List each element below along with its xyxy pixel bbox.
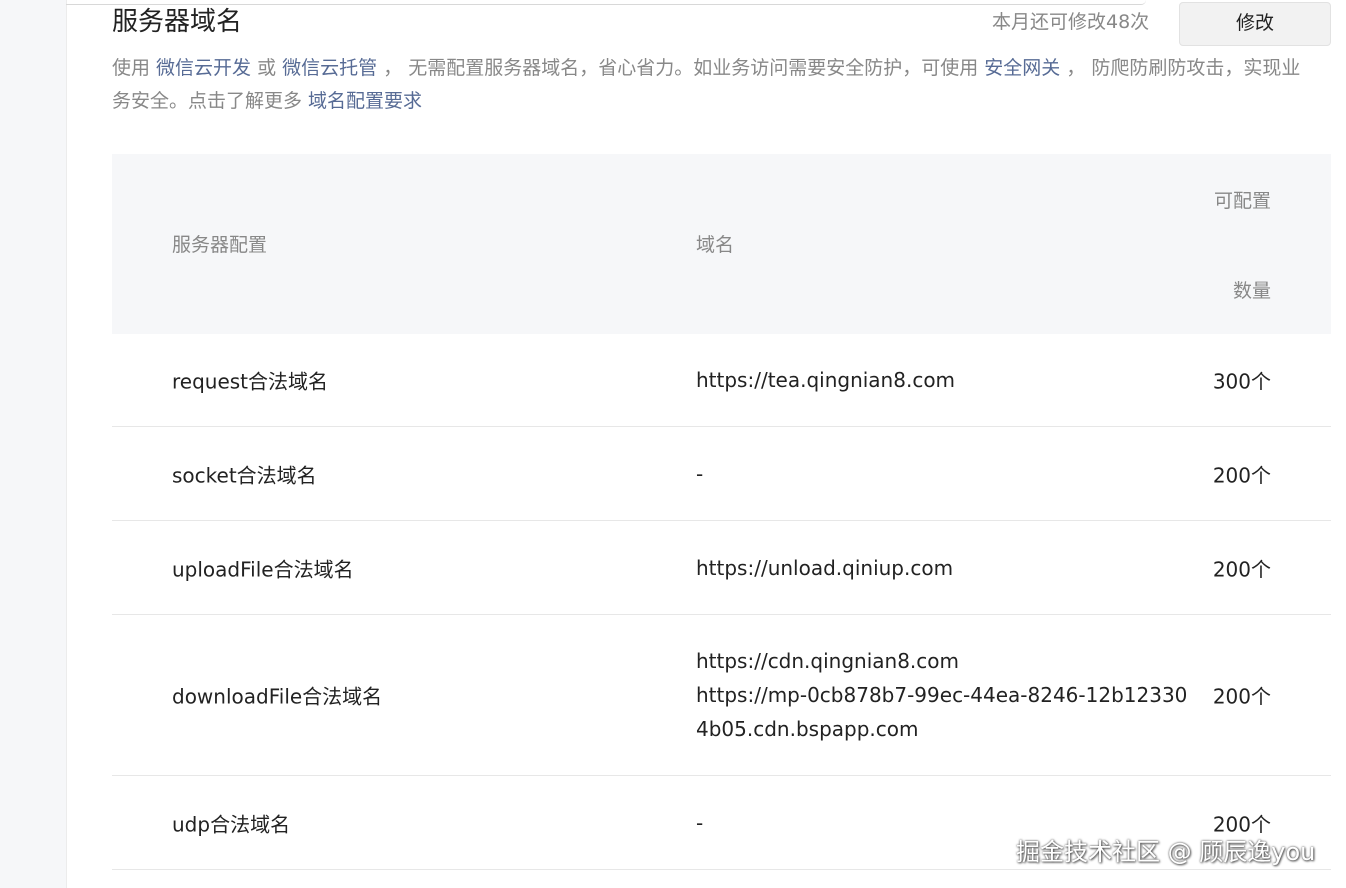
config-name: socket合法域名 bbox=[172, 463, 317, 487]
table-row: socket合法域名 - 200个 bbox=[112, 427, 1331, 521]
domain-line: https://mp-0cb878b7-99ec-44ea-8246-12b12… bbox=[696, 683, 1188, 741]
column-header-count: 数量 bbox=[1232, 280, 1271, 302]
domain-line: https://cdn.qingnian8.com bbox=[696, 649, 959, 673]
modify-button[interactable]: 修改 bbox=[1179, 2, 1331, 46]
cloud-dev-link[interactable]: 微信云开发 bbox=[156, 57, 251, 79]
config-name: downloadFile合法域名 bbox=[172, 684, 383, 709]
config-name: udp合法域名 bbox=[172, 812, 291, 836]
server-domain-table: 服务器配置 域名 可配置 数量 request合法域名 https://tea.… bbox=[112, 154, 1331, 870]
config-name: uploadFile合法域名 bbox=[172, 557, 354, 581]
description-text: 使用 bbox=[112, 57, 157, 79]
column-header-domain: 域名 bbox=[696, 234, 735, 256]
section-title: 服务器域名 bbox=[112, 7, 243, 37]
count-value: 300个 bbox=[1212, 369, 1271, 394]
table-row: request合法域名 https://tea.qingnian8.com 30… bbox=[112, 334, 1331, 427]
domain-value: https://tea.qingnian8.com bbox=[696, 363, 1196, 397]
domain-line: https://tea.qingnian8.com bbox=[696, 368, 956, 392]
remaining-modifications: 本月还可修改48次 bbox=[992, 11, 1150, 33]
column-header-count: 可配置 bbox=[1213, 190, 1271, 212]
column-header-config: 服务器配置 bbox=[172, 234, 268, 256]
description-text: ， 无需配置服务器域名，省心省力。如业务访问需要安全防护，可使用 bbox=[377, 57, 985, 79]
description-text: 或 bbox=[251, 57, 283, 79]
domain-line: https://unload.qiniup.com bbox=[696, 555, 954, 580]
domain-line: - bbox=[696, 461, 704, 486]
count-value: 200个 bbox=[1212, 684, 1271, 709]
domain-value: - bbox=[696, 457, 1196, 491]
table-row: uploadFile合法域名 https://unload.qiniup.com… bbox=[112, 521, 1331, 615]
security-gateway-link[interactable]: 安全网关 bbox=[984, 57, 1060, 79]
domain-value: https://unload.qiniup.com bbox=[696, 551, 1196, 585]
cloud-host-link[interactable]: 微信云托管 bbox=[282, 57, 377, 79]
table-header: 服务器配置 域名 可配置 数量 bbox=[112, 154, 1331, 334]
watermark: 掘金技术社区 @ 顾辰逸you bbox=[1016, 838, 1316, 866]
config-name: request合法域名 bbox=[172, 369, 329, 394]
domain-requirements-link[interactable]: 域名配置要求 bbox=[308, 90, 422, 112]
count-value: 200个 bbox=[1212, 463, 1271, 487]
description: 使用 微信云开发 或 微信云托管 ， 无需配置服务器域名，省心省力。如业务访问需… bbox=[112, 52, 1317, 118]
left-sidebar bbox=[0, 0, 67, 888]
table-row: downloadFile合法域名 https://cdn.qingnian8.c… bbox=[112, 615, 1331, 776]
domain-value: https://cdn.qingnian8.com https://mp-0cb… bbox=[696, 644, 1196, 746]
page: 服务器域名 本月还可修改48次 修改 使用 微信云开发 或 微信云托管 ， 无需… bbox=[0, 0, 1346, 888]
count-value: 200个 bbox=[1212, 557, 1271, 581]
